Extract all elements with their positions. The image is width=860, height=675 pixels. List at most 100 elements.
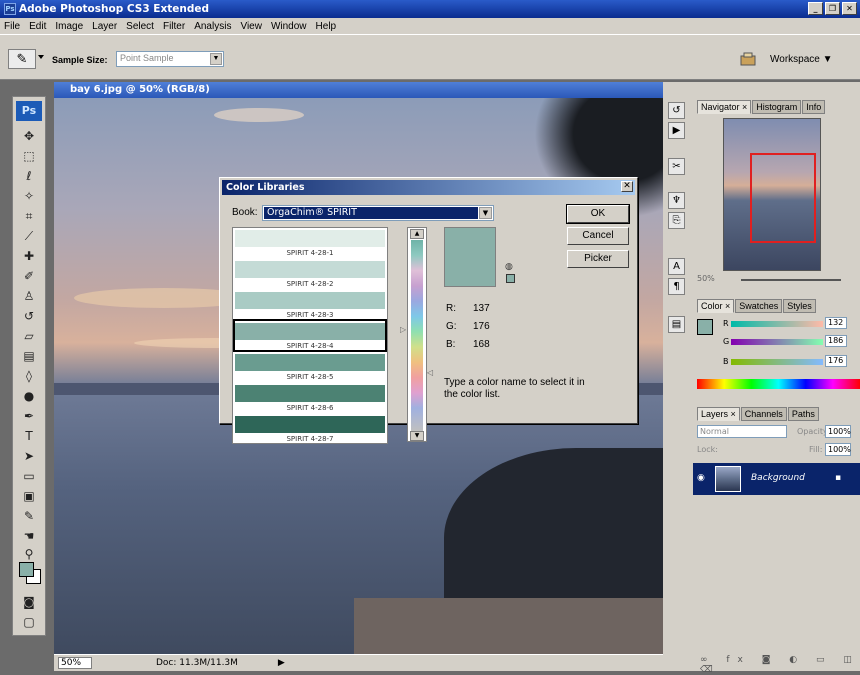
slice-tool-icon[interactable]: ⟋ xyxy=(19,227,39,245)
layers-footer-icons[interactable]: ∞ fx ◙ ◐ ▭ ◫ ⌫ xyxy=(700,655,860,675)
paragraph-icon[interactable]: ¶ xyxy=(668,278,685,295)
status-menu-arrow-icon[interactable]: ▶ xyxy=(278,658,285,668)
tab-navigator[interactable]: Navigator × xyxy=(697,100,752,114)
menu-view[interactable]: View xyxy=(240,21,262,32)
workspace-menu[interactable]: Workspace ▼ xyxy=(770,54,833,65)
tab-histogram[interactable]: Histogram xyxy=(752,100,802,114)
eraser-tool-icon[interactable]: ▱ xyxy=(19,327,39,345)
hand-tool-icon[interactable]: ☚ xyxy=(19,527,39,545)
pen-tool-icon[interactable]: ✒ xyxy=(19,407,39,425)
sample-size-select[interactable]: Point Sample ▼ xyxy=(116,51,224,67)
tab-info[interactable]: Info xyxy=(802,100,826,114)
fill-field[interactable]: 100% xyxy=(825,443,851,456)
navigator-view-box[interactable] xyxy=(750,153,816,243)
menu-filter[interactable]: Filter xyxy=(163,21,185,32)
clone-source-icon[interactable]: ⎘ xyxy=(668,212,685,229)
tab-styles[interactable]: Styles xyxy=(783,299,816,313)
slider-marker-icon[interactable]: ◁ xyxy=(427,368,433,377)
zoom-tool-icon[interactable]: ⚲ xyxy=(19,545,39,563)
r-slider[interactable] xyxy=(731,321,823,327)
websafe-swatch[interactable] xyxy=(506,274,515,283)
swatch-chip[interactable] xyxy=(235,292,385,309)
brushes-icon[interactable]: ♆ xyxy=(668,192,685,209)
quick-mask-icon[interactable]: ◙ xyxy=(19,593,39,611)
picker-button[interactable]: Picker xyxy=(567,250,629,268)
swatch-label[interactable]: SPIRIT 4-28-2 xyxy=(235,278,385,291)
swatch-chip[interactable] xyxy=(235,385,385,402)
scroll-up-icon[interactable]: ▲ xyxy=(410,229,424,239)
swatch-chip[interactable] xyxy=(235,354,385,371)
path-select-tool-icon[interactable]: ➤ xyxy=(19,447,39,465)
minimize-button[interactable]: _ xyxy=(808,2,823,15)
b-slider[interactable] xyxy=(731,359,823,365)
crop-tool-icon[interactable]: ⌗ xyxy=(19,207,39,225)
lasso-tool-icon[interactable]: ℓ xyxy=(19,167,39,185)
swatch-label[interactable]: SPIRIT 4-28-6 xyxy=(235,402,385,415)
tab-paths[interactable]: Paths xyxy=(787,407,819,421)
chevron-down-icon[interactable] xyxy=(38,55,44,59)
tool-preset-picker[interactable]: ✎ xyxy=(8,49,36,69)
restore-button[interactable]: ❐ xyxy=(825,2,840,15)
swatch-label[interactable]: SPIRIT 4-28-5 xyxy=(235,371,385,384)
gradient-tool-icon[interactable]: ▤ xyxy=(19,347,39,365)
g-slider[interactable] xyxy=(731,339,823,345)
healing-tool-icon[interactable]: ✚ xyxy=(19,247,39,265)
menu-layer[interactable]: Layer xyxy=(92,21,117,32)
gamut-warning-icon[interactable]: ◍ xyxy=(505,262,513,272)
opacity-field[interactable]: 100% xyxy=(825,425,851,438)
menu-analysis[interactable]: Analysis xyxy=(194,21,231,32)
navigator-zoom[interactable]: 50% xyxy=(697,274,715,283)
character-icon[interactable]: A xyxy=(668,258,685,275)
menu-file[interactable]: File xyxy=(4,21,20,32)
menu-window[interactable]: Window xyxy=(271,21,307,32)
menu-image[interactable]: Image xyxy=(55,21,83,32)
color-family-slider[interactable]: ▲ ▼ xyxy=(407,227,427,442)
screen-mode-icon[interactable]: ▢ xyxy=(19,613,39,631)
bridge-icon[interactable] xyxy=(739,51,759,67)
quick-select-tool-icon[interactable]: ✧ xyxy=(19,187,39,205)
type-tool-icon[interactable]: T xyxy=(19,427,39,445)
brush-tool-icon[interactable]: ✐ xyxy=(19,267,39,285)
menu-edit[interactable]: Edit xyxy=(29,21,46,32)
blur-tool-icon[interactable]: ◊ xyxy=(19,367,39,385)
close-button[interactable]: ✕ xyxy=(842,2,857,15)
color-family-strip[interactable] xyxy=(411,240,423,431)
tab-color[interactable]: Color × xyxy=(697,299,735,313)
swatch-chip[interactable] xyxy=(235,230,385,247)
layer-comps-icon[interactable]: ▤ xyxy=(668,316,685,333)
visibility-eye-icon[interactable]: ◉ xyxy=(697,473,705,483)
layer-row-background[interactable]: ◉ Background ▪ xyxy=(693,463,860,495)
tool-presets-icon[interactable]: ✂ xyxy=(668,158,685,175)
swatch-chip[interactable] xyxy=(235,416,385,433)
history-brush-tool-icon[interactable]: ↺ xyxy=(19,307,39,325)
shape-tool-icon[interactable]: ▭ xyxy=(19,467,39,485)
tab-channels[interactable]: Channels xyxy=(740,407,787,421)
book-select[interactable]: OrgaChim® SPIRIT ▼ xyxy=(262,205,494,221)
swatch-label[interactable]: SPIRIT 4-28-1 xyxy=(235,247,385,260)
b-field[interactable]: 176 xyxy=(825,355,847,367)
stamp-tool-icon[interactable]: ♙ xyxy=(19,287,39,305)
color-swatch-list[interactable]: SPIRIT 4-28-1 SPIRIT 4-28-2 SPIRIT 4-28-… xyxy=(232,227,388,444)
panel-foreground-swatch[interactable] xyxy=(697,319,713,335)
eyedropper-tool-icon[interactable]: ✎ xyxy=(19,507,39,525)
r-field[interactable]: 132 xyxy=(825,317,847,329)
swatch-chip[interactable] xyxy=(235,261,385,278)
g-field[interactable]: 186 xyxy=(825,335,847,347)
ok-button[interactable]: OK xyxy=(566,204,630,224)
move-tool-icon[interactable]: ✥ xyxy=(19,127,39,145)
history-icon[interactable]: ↺ xyxy=(668,102,685,119)
foreground-color-swatch[interactable] xyxy=(19,562,34,577)
zoom-field[interactable]: 50% xyxy=(58,657,92,669)
slider-marker-icon[interactable]: ▷ xyxy=(400,325,406,334)
menu-help[interactable]: Help xyxy=(316,21,337,32)
layer-name[interactable]: Background xyxy=(751,473,805,483)
tab-layers[interactable]: Layers × xyxy=(697,407,740,421)
swatch-label[interactable]: SPIRIT 4-28-7 xyxy=(235,433,385,443)
marquee-tool-icon[interactable]: ⬚ xyxy=(19,147,39,165)
notes-tool-icon[interactable]: ▣ xyxy=(19,487,39,505)
dodge-tool-icon[interactable]: ● xyxy=(19,387,39,405)
scroll-down-icon[interactable]: ▼ xyxy=(410,431,424,441)
navigator-zoom-slider[interactable] xyxy=(741,279,841,281)
menu-select[interactable]: Select xyxy=(126,21,154,32)
blend-mode-select[interactable]: Normal xyxy=(697,425,787,438)
